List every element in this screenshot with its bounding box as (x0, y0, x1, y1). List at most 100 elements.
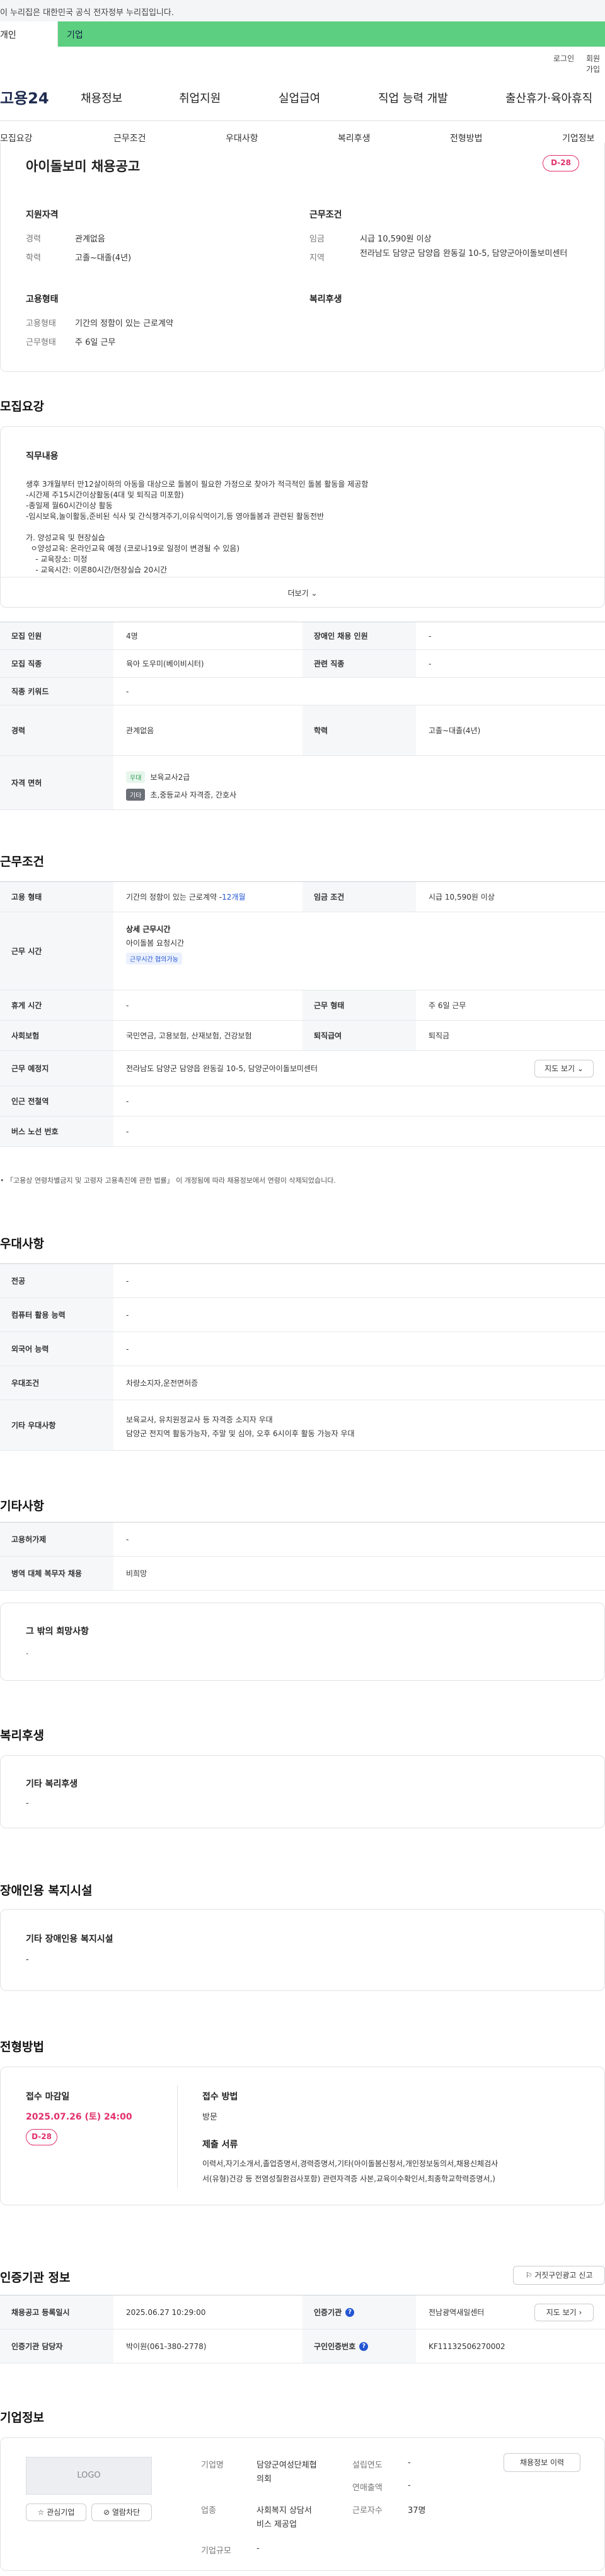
workform-label: 근무형태 (26, 338, 56, 347)
manager-value: 박이원(061-380-2778) (126, 2342, 207, 2351)
bus-value: - (126, 1127, 129, 1136)
welfare-section-title: 복리후생 (0, 1729, 44, 1743)
method-value: 방문 (202, 2113, 217, 2122)
welfare-card: 기타 복리후생 - (0, 1755, 605, 1828)
num-label: 구인인증번호 (314, 2342, 356, 2351)
join-link[interactable]: 회원가입 (586, 53, 605, 74)
cond-label: 우대조건 (0, 1366, 113, 1400)
employees-label: 근로자수 (352, 2506, 383, 2515)
keyword-value: - (126, 687, 129, 696)
table-row: 병역 대체 복무자 채용 비희망 (0, 1557, 605, 1591)
license-value: 초,중등교사 자격증, 간호사 (150, 791, 237, 799)
other-table: 고용허가제 - 병역 대체 복무자 채용 비희망 (0, 1522, 605, 1591)
docs-value-1: 이력서,자기소개서,졸업증명서,경력증명서,기타(아이돌봄신청서,개인정보동의서… (202, 2159, 498, 2168)
other-section-title: 기타사항 (0, 1499, 44, 1513)
industry-value-2: 비스 제공업 (256, 2520, 297, 2529)
table-row: 컴퓨터 활용 능력 - (0, 1298, 605, 1332)
menu-employment-support[interactable]: 취업지원 (179, 90, 221, 106)
map-button-label: 지도 보기 (544, 1064, 575, 1073)
related-value: - (429, 659, 432, 668)
disab-section-title: 장애인용 복지시설 (0, 1884, 93, 1898)
area-value: 전라남도 담양군 담양읍 완동길 10-5, 담양군아이돌보미센터 (360, 249, 568, 258)
duty-card: 직무내용 생후 3개월부터 만12살이하의 아동을 대상으로 돌봄이 필요한 가… (0, 426, 605, 608)
agency-map-button[interactable]: 지도 보기 › (534, 2304, 594, 2321)
selection-card: 접수 마감일 2025.07.26 (토) 24:00 D-28 접수 방법 방… (0, 2067, 605, 2205)
size-value: - (256, 2544, 260, 2553)
favorite-company-button[interactable]: ☆ 관심기업 (26, 2503, 86, 2521)
edu-value: 고졸~대졸(4년) (429, 726, 481, 735)
insurance-value: 국민연금, 고용보험, 산재보험, 건강보험 (126, 1031, 252, 1040)
workform-value: 주 6일 근무 (429, 1001, 466, 1010)
table-row: 사회보험 국민연금, 고용보험, 산재보험, 건강보험 퇴직급여 퇴직금 (0, 1021, 605, 1051)
break-label: 휴게 시간 (0, 990, 113, 1020)
info-icon[interactable]: ? (359, 2341, 369, 2351)
time-label: 근무 시간 (0, 912, 113, 990)
company-name-value-1: 담양군여성단체협 (256, 2461, 317, 2470)
time-negotiable-tag: 근무시간 협의가능 (126, 953, 182, 965)
career-label: 경력 (26, 235, 41, 244)
num-value: KF11132506270002 (429, 2341, 505, 2351)
menu-jobs[interactable]: 채용정보 (81, 90, 122, 106)
tab-company[interactable]: 기업 (58, 21, 605, 47)
lang-value: - (126, 1344, 129, 1354)
industry-value-1: 사회복지 상담서 (256, 2506, 312, 2515)
deadline-heading: 접수 마감일 (26, 2092, 70, 2102)
employees-value: 37명 (408, 2506, 426, 2515)
emp-label: 고용 형태 (0, 882, 113, 912)
qual-heading: 지원자격 (26, 210, 59, 220)
menu-parental-leave[interactable]: 출산휴가·육아휴직 (505, 90, 592, 106)
emp-label: 고용형태 (26, 319, 56, 328)
more-button[interactable]: 더보기 ⌄ (1, 577, 604, 607)
insurance-label: 사회보험 (0, 1021, 113, 1050)
table-row: 우대조건 차량소지자,운전면허증 (0, 1366, 605, 1400)
summary-card: 아이돌보미 채용공고 D-28 지원자격 경력 관계없음 학력 고졸~대졸(4년… (0, 142, 605, 372)
deadline-value: 2025.07.26 (토) 24:00 (26, 2112, 132, 2122)
time-heading: 상세 근무시간 (126, 925, 171, 934)
login-link[interactable]: 로그인 (553, 53, 574, 64)
wish-heading: 그 밖의 희망사항 (26, 1627, 89, 1637)
etc-tag: 기타 (126, 789, 146, 801)
founded-label: 설립연도 (352, 2461, 383, 2470)
retirement-value: 퇴직금 (429, 1031, 450, 1040)
table-row: 경력 관계없음 학력 고졸~대졸(4년) (0, 705, 605, 756)
duty-line: - 교육시간: 이론80시간/현장실습 20시간 (26, 566, 168, 574)
report-button[interactable]: ⚐ 거짓구인광고 신고 (513, 2266, 605, 2285)
info-icon[interactable]: ? (345, 2307, 355, 2317)
pc-label: 컴퓨터 활용 능력 (0, 1298, 113, 1332)
permit-label: 고용허가제 (0, 1523, 113, 1556)
wage-value: 시급 10,590원 이상 (360, 235, 432, 244)
dday-badge: D-28 (26, 2129, 57, 2145)
user-type-tabs: 개인 기업 (0, 21, 605, 47)
bullet-icon: • (0, 1176, 6, 1185)
career-label: 경력 (0, 705, 113, 755)
lang-label: 외국어 능력 (0, 1332, 113, 1366)
docs-value-2: 서(유형)건강 등 전염성질환검사포함) 관련자격증 사본,교육이수확인서,최종… (202, 2174, 495, 2183)
bus-label: 버스 노선 번호 (0, 1117, 113, 1146)
method-heading: 접수 방법 (202, 2092, 238, 2102)
site-logo[interactable]: 고용24 (0, 86, 49, 108)
table-row: 고용허가제 - (0, 1523, 605, 1557)
block-company-button[interactable]: ⊘ 열람차단 (91, 2503, 152, 2521)
duty-line: -임시보육,놀이활동,준비된 식사 및 간식챙겨주기,이유식먹이기,등 영아돌봄… (26, 512, 325, 521)
tab-personal[interactable]: 개인 (0, 21, 58, 47)
duty-line: -종일제 월60시간이상 활동 (26, 501, 113, 510)
edu-label: 학력 (302, 705, 416, 755)
company-logo: LOGO (26, 2457, 152, 2495)
major-value: - (126, 1276, 129, 1285)
break-value: - (126, 1001, 129, 1010)
welfare-heading: 복리후생 (309, 294, 342, 305)
menu-unemployment-benefit[interactable]: 실업급여 (279, 90, 320, 106)
map-button[interactable]: 지도 보기 ⌄ (534, 1060, 594, 1077)
docs-heading: 제출 서류 (202, 2140, 238, 2150)
table-row: 채용공고 등록일시 2025.06.27 10:29:00 인증기관? 전남광역… (0, 2295, 605, 2329)
disabled-count-value: - (429, 631, 432, 641)
keyword-label: 직종 키워드 (0, 678, 113, 705)
history-button[interactable]: 채용정보 이력 (504, 2453, 580, 2472)
pref-tag: 우대 (126, 771, 146, 783)
table-row: 고용 형태 기간의 정함이 있는 근로계약 - 12개월 임금 조건 시급 10… (0, 882, 605, 912)
menu-training[interactable]: 직업 능력 개발 (378, 90, 448, 106)
industry-label: 업종 (201, 2506, 216, 2515)
pref-table: 전공 - 컴퓨터 활용 능력 - 외국어 능력 - 우대조건 차량소지자,운전면… (0, 1263, 605, 1451)
company-section-title: 기업정보 (0, 2411, 44, 2425)
recruit-section-title: 모집요강 (0, 400, 44, 414)
